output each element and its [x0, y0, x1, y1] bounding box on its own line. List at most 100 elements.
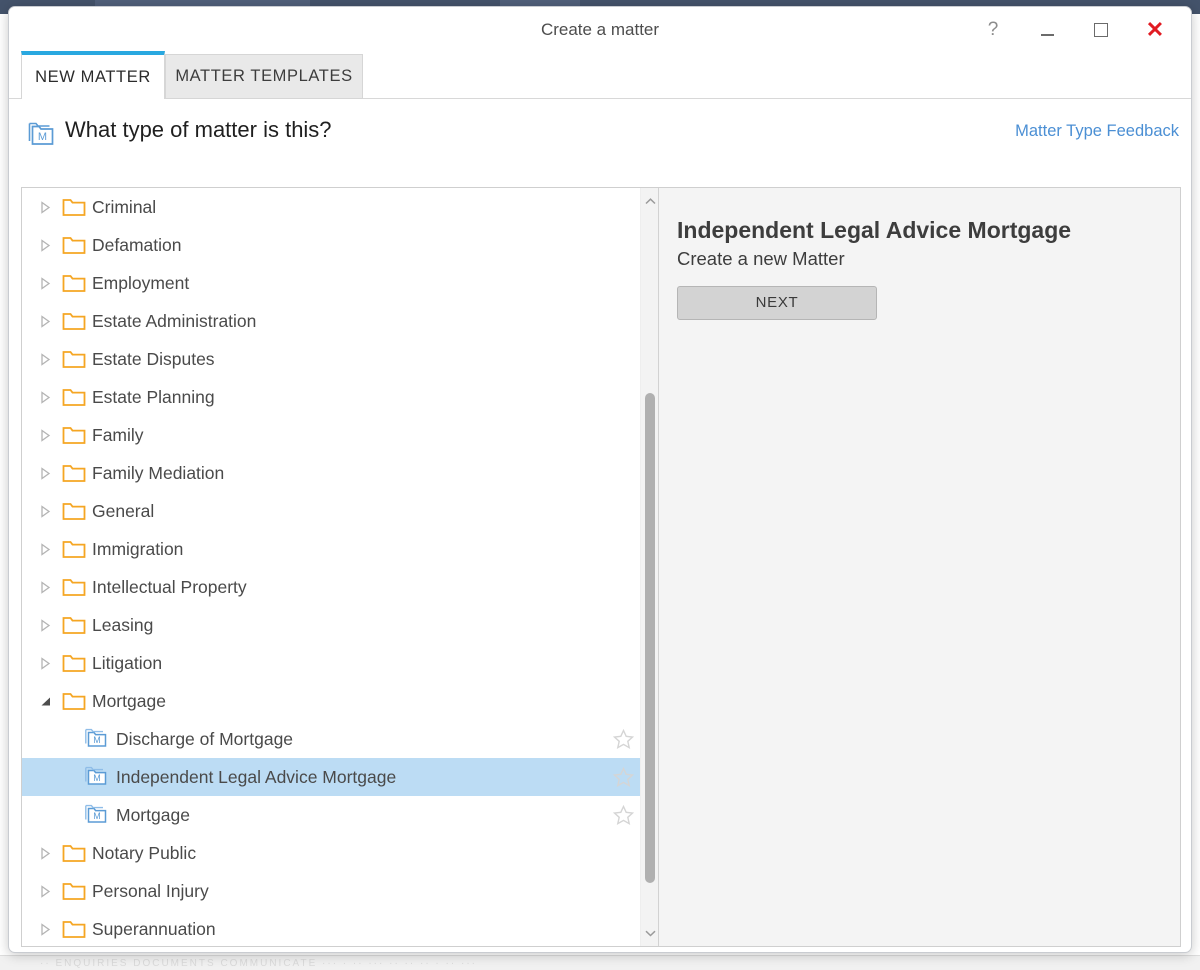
tab-new-matter-label: NEW MATTER — [35, 67, 151, 86]
matter-detail-panel: Independent Legal Advice Mortgage Create… — [658, 188, 1180, 946]
desktop-bottom-strip-text: ·· ENQUIRIES DOCUMENTS COMMUNICATE ··· ·… — [40, 958, 477, 969]
next-button[interactable]: NEXT — [677, 285, 877, 320]
tree-item-label: Discharge of Mortgage — [116, 728, 294, 749]
favourite-star-icon[interactable] — [612, 728, 635, 754]
matter-type-tree-panel: Criminal Defamation Employment Estate Admin… — [22, 188, 658, 946]
expand-arrow-icon[interactable] — [40, 390, 62, 404]
tree-item-label: Notary Public — [92, 842, 197, 863]
expand-arrow-icon[interactable] — [40, 846, 62, 860]
tree-matter-row[interactable]: M Discharge of Mortgage — [22, 720, 640, 758]
folder-icon — [62, 881, 92, 901]
folder-icon — [62, 691, 92, 711]
expand-arrow-icon[interactable] — [40, 542, 62, 556]
tree-folder-row[interactable]: Defamation — [22, 226, 640, 264]
tree-matter-row[interactable]: M Independent Legal Advice Mortgage — [22, 758, 640, 796]
tree-folder-row[interactable]: Employment — [22, 264, 640, 302]
expand-arrow-icon[interactable] — [40, 580, 62, 594]
expand-arrow-icon[interactable] — [40, 884, 62, 898]
tree-folder-row[interactable]: Family Mediation — [22, 454, 640, 492]
tree-item-label: Defamation — [92, 234, 182, 255]
tree-folder-row[interactable]: Notary Public — [22, 834, 640, 872]
folder-icon — [62, 577, 92, 597]
matter-type-header: M What type of matter is this? Matter Ty… — [9, 114, 1191, 162]
detail-title: Independent Legal Advice Mortgage — [677, 217, 1072, 243]
folder-icon — [62, 197, 92, 217]
expand-arrow-icon[interactable] — [40, 352, 62, 366]
tree-item-label: Family Mediation — [92, 462, 225, 483]
tree-folder-row[interactable]: Litigation — [22, 644, 640, 682]
expand-arrow-icon[interactable] — [40, 428, 62, 442]
expand-arrow-icon[interactable] — [40, 504, 62, 518]
tree-item-label: General — [92, 500, 155, 521]
svg-text:M: M — [93, 811, 101, 821]
tree-folder-row[interactable]: Estate Disputes — [22, 340, 640, 378]
tree-item-label: Mortgage — [92, 690, 166, 711]
folder-icon — [62, 919, 92, 939]
tree-folder-row[interactable]: Personal Injury — [22, 872, 640, 910]
expand-arrow-icon[interactable] — [40, 922, 62, 936]
tree-folder-row[interactable]: Immigration — [22, 530, 640, 568]
tree-item-label: Personal Injury — [92, 880, 209, 901]
tree-matter-row[interactable]: M Mortgage — [22, 796, 640, 834]
tree-folder-row[interactable]: Intellectual Property — [22, 568, 640, 606]
matter-folder-icon: M — [84, 766, 116, 788]
expand-arrow-icon[interactable] — [40, 314, 62, 328]
matter-type-tree: Criminal Defamation Employment Estate Admin… — [22, 188, 640, 946]
folder-icon — [62, 653, 92, 673]
expand-arrow-icon[interactable] — [40, 276, 62, 290]
tree-item-label: Estate Disputes — [92, 348, 215, 369]
tree-folder-row[interactable]: General — [22, 492, 640, 530]
tab-new-matter[interactable]: NEW MATTER — [21, 51, 165, 99]
folder-icon — [62, 501, 92, 521]
minimize-button[interactable] — [1025, 15, 1069, 45]
tree-item-label: Leasing — [92, 614, 154, 635]
tree-folder-row[interactable]: Mortgage — [22, 682, 640, 720]
matter-folder-icon: M — [84, 804, 116, 826]
tree-item-label: Family — [92, 424, 144, 445]
expand-arrow-icon[interactable] — [40, 466, 62, 480]
tree-scrollbar[interactable] — [640, 188, 658, 946]
collapse-arrow-icon[interactable] — [40, 695, 62, 708]
folder-icon — [62, 311, 92, 331]
matter-type-feedback-link[interactable]: Matter Type Feedback — [1015, 122, 1179, 141]
favourite-star-icon[interactable] — [612, 766, 635, 792]
expand-arrow-icon[interactable] — [40, 238, 62, 252]
tab-matter-templates[interactable]: MATTER TEMPLATES — [165, 54, 363, 99]
question-mark-icon: ? — [987, 19, 999, 40]
chevron-up-icon[interactable] — [641, 192, 658, 210]
tree-folder-row[interactable]: Leasing — [22, 606, 640, 644]
folder-icon — [62, 539, 92, 559]
folder-icon — [62, 843, 92, 863]
svg-text:M: M — [93, 735, 101, 745]
tree-folder-row[interactable]: Criminal — [22, 188, 640, 226]
folder-icon — [62, 463, 92, 483]
tree-item-label: Superannuation — [92, 918, 216, 939]
folder-icon — [62, 615, 92, 635]
tree-item-label: Intellectual Property — [92, 576, 247, 597]
tree-item-label: Independent Legal Advice Mortgage — [116, 766, 397, 787]
close-button[interactable]: ✕ — [1133, 15, 1177, 45]
matter-type-content: Criminal Defamation Employment Estate Admin… — [21, 187, 1181, 947]
expand-arrow-icon[interactable] — [40, 200, 62, 214]
tree-item-label: Litigation — [92, 652, 163, 673]
tree-folder-row[interactable]: Family — [22, 416, 640, 454]
expand-arrow-icon[interactable] — [40, 618, 62, 632]
tree-scrollbar-thumb[interactable] — [645, 393, 655, 883]
tree-item-label: Estate Administration — [92, 310, 257, 331]
chevron-down-icon[interactable] — [641, 924, 658, 942]
page-title: What type of matter is this? — [65, 117, 332, 142]
detail-subtitle: Create a new Matter — [677, 247, 845, 269]
close-icon: ✕ — [1145, 17, 1165, 42]
help-button[interactable]: ? — [971, 15, 1015, 45]
tree-folder-row[interactable]: Estate Planning — [22, 378, 640, 416]
tree-folder-row[interactable]: Estate Administration — [22, 302, 640, 340]
tree-folder-row[interactable]: Superannuation — [22, 910, 640, 946]
expand-arrow-icon[interactable] — [40, 656, 62, 670]
tree-item-label: Employment — [92, 272, 190, 293]
maximize-icon — [1094, 23, 1108, 37]
maximize-button[interactable] — [1079, 15, 1123, 45]
matter-folder-icon: M — [27, 122, 57, 155]
favourite-star-icon[interactable] — [612, 804, 635, 830]
svg-text:M: M — [38, 131, 47, 143]
tree-item-label: Mortgage — [116, 804, 190, 825]
